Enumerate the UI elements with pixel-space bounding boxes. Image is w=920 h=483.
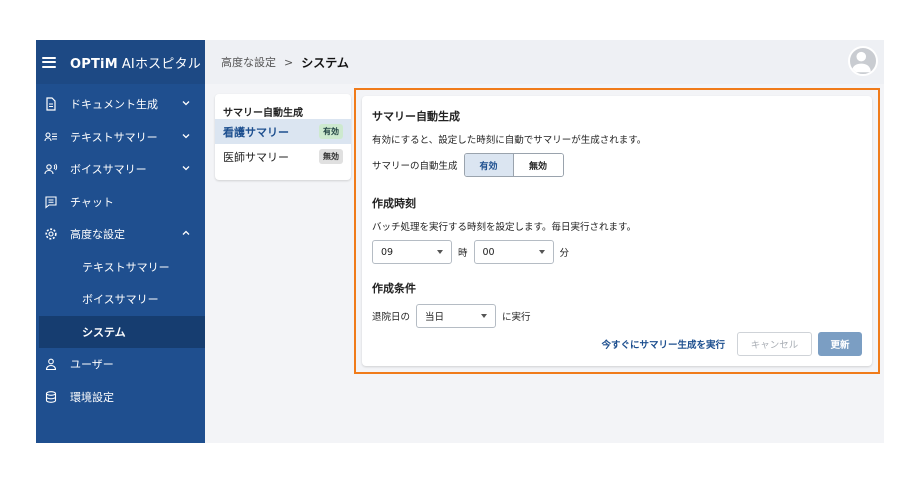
sidebar-item-label: テキストサマリー [82, 260, 170, 274]
settings-actions: 今すぐにサマリー生成を実行 キャンセル 更新 [601, 332, 862, 356]
auto-generate-row: サマリーの自動生成 有効 無効 [372, 153, 862, 177]
sidebar-item-label: ボイスサマリー [70, 163, 147, 177]
app-logo: OPTiM AIホスピタル [70, 53, 201, 72]
user-avatar-icon [851, 51, 871, 73]
summary-type-panel-title: サマリー自動生成 [223, 108, 303, 119]
creation-condition-title: 作成条件 [372, 282, 416, 295]
top-bar: 高度な設定 > システム [205, 40, 884, 84]
run-now-button[interactable]: 今すぐにサマリー生成を実行 [601, 337, 725, 351]
creation-time-description: バッチ処理を実行する時刻を設定します。毎日実行されます。 [372, 222, 637, 233]
hour-unit: 時 [458, 248, 468, 259]
minute-select[interactable]: 00 [473, 240, 554, 264]
update-button[interactable]: 更新 [818, 332, 862, 356]
chevron-down-icon [182, 133, 190, 138]
discharge-day-value: 当日 [425, 312, 445, 323]
gear-icon [44, 227, 58, 241]
sidebar-item-label: チャット [70, 195, 114, 209]
condition-prefix: 退院日の [372, 312, 411, 323]
database-icon [44, 390, 58, 404]
summary-type-doctor[interactable]: 医師サマリー 無効 [215, 144, 351, 169]
sidebar-subitem-voice-summary[interactable]: ボイスサマリー [36, 283, 205, 316]
creation-time-title: 作成時刻 [372, 197, 416, 210]
avatar[interactable] [848, 46, 878, 76]
breadcrumb: 高度な設定 > システム [221, 54, 349, 71]
minute-value: 00 [482, 246, 495, 258]
sidebar-item-text-summary[interactable]: テキストサマリー [36, 121, 205, 154]
sidebar-header: OPTiM AIホスピタル [36, 40, 205, 84]
creation-time-row: 09 時 00 分 [372, 240, 862, 264]
auto-generate-title: サマリー自動生成 [372, 110, 460, 123]
voice-icon [44, 162, 58, 176]
caret-down-icon [481, 314, 488, 318]
sidebar-item-environment[interactable]: 環境設定 [36, 381, 205, 414]
sidebar-item-label: 高度な設定 [70, 228, 125, 242]
auto-generate-description: 有効にすると、設定した時刻に自動でサマリーが生成されます。 [372, 135, 647, 146]
sidebar: OPTiM AIホスピタル ドキュメント生成 テキストサマリー ボイスサマリー … [36, 40, 205, 443]
settings-card: サマリー自動生成 有効にすると、設定した時刻に自動でサマリーが生成されます。 サ… [362, 96, 872, 366]
disable-button[interactable]: 無効 [513, 154, 563, 176]
text-summary-icon [44, 130, 58, 144]
caret-down-icon [538, 250, 545, 254]
sidebar-item-label: ボイスサマリー [82, 293, 159, 307]
chevron-down-icon [182, 166, 190, 171]
document-icon [44, 97, 58, 111]
breadcrumb-separator: > [284, 55, 294, 69]
logo-subtext: AIホスピタル [121, 56, 201, 72]
chevron-up-icon [182, 230, 190, 235]
hour-value: 09 [381, 246, 394, 258]
summary-type-nursing[interactable]: 看護サマリー 有効 [215, 119, 351, 144]
auto-generate-toggle: 有効 無効 [463, 153, 564, 177]
caret-down-icon [437, 250, 443, 254]
sidebar-nav: ドキュメント生成 テキストサマリー ボイスサマリー チャット 高度な設定 テキス… [36, 88, 205, 413]
enable-button[interactable]: 有効 [464, 154, 514, 176]
summary-type-label: 看護サマリー [223, 125, 289, 139]
summary-type-panel: サマリー自動生成 看護サマリー 有効 医師サマリー 無効 [215, 94, 351, 180]
discharge-day-select[interactable]: 当日 [416, 304, 497, 328]
sidebar-item-advanced-settings[interactable]: 高度な設定 [36, 218, 205, 251]
sidebar-item-document[interactable]: ドキュメント生成 [36, 88, 205, 121]
page-title: システム [301, 55, 349, 70]
chat-icon [44, 195, 58, 209]
menu-icon[interactable] [42, 56, 56, 68]
app-window: OPTiM AIホスピタル ドキュメント生成 テキストサマリー ボイスサマリー … [36, 40, 884, 443]
creation-condition-row: 退院日の 当日 に実行 [372, 304, 862, 328]
status-badge: 無効 [319, 149, 343, 164]
user-icon [44, 357, 58, 371]
minute-unit: 分 [559, 248, 570, 259]
status-badge: 有効 [319, 124, 343, 139]
sidebar-subitem-system[interactable]: システム [39, 315, 205, 348]
chevron-down-icon [182, 101, 190, 106]
sidebar-item-label: テキストサマリー [70, 130, 158, 144]
summary-type-label: 医師サマリー [223, 150, 289, 164]
sidebar-item-voice-summary[interactable]: ボイスサマリー [36, 153, 205, 186]
sidebar-item-label: 環境設定 [70, 390, 114, 404]
sidebar-item-chat[interactable]: チャット [36, 186, 205, 219]
sidebar-item-users[interactable]: ユーザー [36, 348, 205, 381]
condition-suffix: に実行 [502, 312, 531, 323]
sidebar-item-label: システム [82, 325, 126, 339]
main-content: 高度な設定 > システム サマリー自動生成 看護サマリー 有効 医師サマリー 無… [205, 40, 884, 443]
cancel-button[interactable]: キャンセル [737, 332, 812, 356]
logo-text: OPTiM [70, 56, 118, 72]
breadcrumb-parent[interactable]: 高度な設定 [221, 54, 276, 70]
hour-select[interactable]: 09 [372, 240, 452, 264]
auto-generate-label: サマリーの自動生成 [372, 161, 458, 172]
sidebar-subitem-text-summary[interactable]: テキストサマリー [36, 251, 205, 284]
sidebar-item-label: ドキュメント生成 [70, 98, 158, 112]
settings-highlight-frame: サマリー自動生成 有効にすると、設定した時刻に自動でサマリーが生成されます。 サ… [354, 88, 880, 374]
sidebar-item-label: ユーザー [70, 358, 114, 372]
